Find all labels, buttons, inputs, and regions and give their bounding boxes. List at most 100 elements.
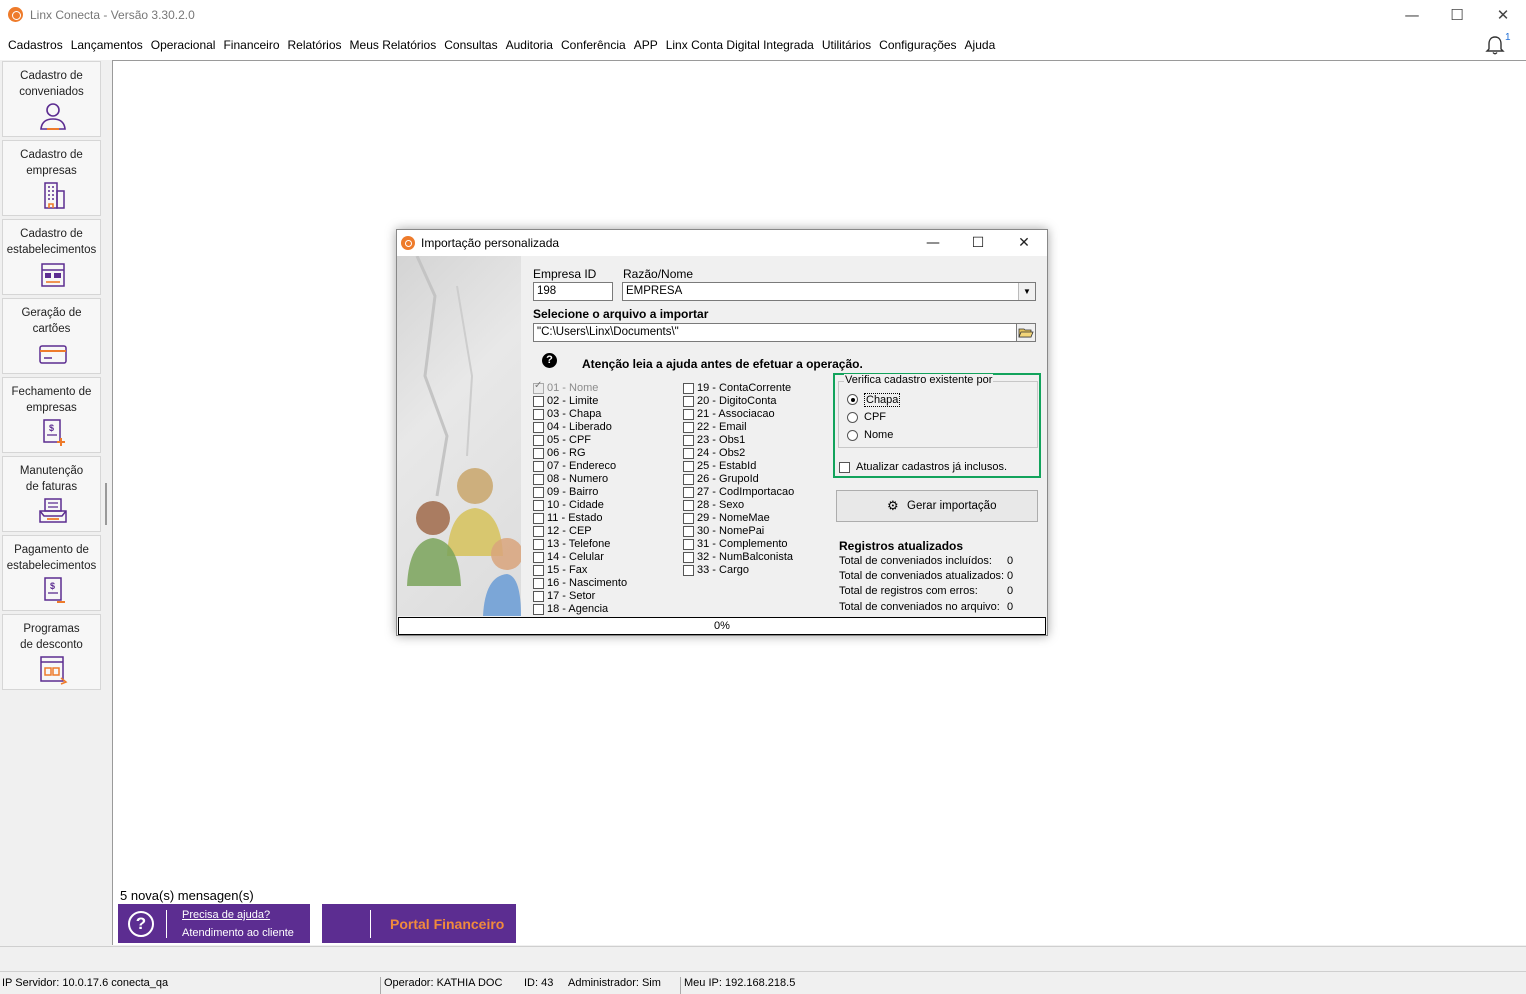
notification-count-badge: 1	[1505, 32, 1511, 43]
help-banner[interactable]: ? Precisa de ajuda? Atendimento ao clien…	[118, 904, 310, 943]
maximize-button[interactable]: ☐	[1434, 0, 1480, 30]
check-icon: ✓	[534, 380, 543, 391]
menu-consultas[interactable]: Consultas	[440, 38, 501, 52]
stat-atualizados-label: Total de conveniados atualizados:	[839, 570, 1005, 582]
help-link[interactable]: Precisa de ajuda?	[182, 909, 270, 921]
sidebar-item-fechamento-empresas[interactable]: Fechamento de empresas $	[2, 377, 101, 453]
sidebar-item-label: Cadastro de empresas	[20, 149, 83, 177]
new-messages-text[interactable]: 5 nova(s) mensagen(s)	[120, 888, 254, 903]
server-ip-status: IP Servidor: 10.0.17.6 conecta_qa	[2, 977, 169, 989]
stat-incluidos-value: 0	[1007, 555, 1014, 567]
sidebar-item-label: Pagamento de estabelecimentos	[6, 544, 97, 572]
stat-arquivo-value: 0	[1007, 601, 1014, 613]
gears-icon: ⚙	[887, 499, 899, 514]
gerar-importacao-button[interactable]: ⚙ Gerar importação	[836, 490, 1038, 522]
menu-lancamentos[interactable]: Lançamentos	[67, 38, 147, 52]
question-circle-icon: ?	[128, 911, 154, 937]
tray-icon	[39, 498, 67, 523]
registros-title: Registros atualizados	[839, 539, 964, 553]
stat-atualizados-value: 0	[1007, 570, 1014, 582]
arquivo-path-field[interactable]: "C:\Users\Linx\Documents\"	[533, 323, 1017, 342]
banner-divider	[166, 910, 167, 938]
menu-meus-relatorios[interactable]: Meus Relatórios	[346, 38, 441, 52]
arquivo-label: Selecione o arquivo a importar	[533, 307, 709, 321]
sidebar-item-cadastro-empresas[interactable]: Cadastro de empresas	[2, 140, 101, 216]
my-ip-status: Meu IP: 192.168.218.5	[684, 977, 796, 989]
sidebar-item-programas-desconto[interactable]: Programas de desconto	[2, 614, 101, 690]
sidebar-resize-handle[interactable]	[105, 483, 107, 525]
svg-text:$: $	[50, 581, 55, 591]
stat-incluidos-label: Total de conveniados incluídos:	[839, 555, 992, 567]
stat-erros-label: Total de registros com erros:	[839, 585, 978, 597]
folder-open-icon	[1018, 328, 1034, 338]
empresa-id-field[interactable]: 198	[533, 282, 613, 301]
store-icon	[41, 263, 65, 287]
menu-operacional[interactable]: Operacional	[147, 38, 220, 52]
banner-divider	[370, 910, 371, 938]
window-title: Linx Conecta - Versão 3.30.2.0	[30, 8, 195, 22]
chevron-down-icon[interactable]: ▼	[1018, 283, 1035, 300]
menu-conferencia[interactable]: Conferência	[557, 38, 630, 52]
empresa-id-label: Empresa ID	[533, 267, 597, 281]
sidebar: Cadastro de conveniados Cadastro de empr…	[0, 60, 104, 944]
status-bar-upper	[0, 946, 1526, 972]
menu-ajuda[interactable]: Ajuda	[961, 38, 1000, 52]
razao-nome-select[interactable]: EMPRESA ▼	[622, 282, 1036, 301]
sidebar-item-label: Cadastro de conveniados	[19, 70, 84, 98]
sidebar-item-label: Cadastro de estabelecimentos	[6, 228, 97, 256]
portal-financeiro-label: Portal Financeiro	[390, 916, 505, 932]
sidebar-item-pagamento-estabelecimentos[interactable]: Pagamento de estabelecimentos $	[2, 535, 101, 611]
import-dialog: Importação personalizada — ☐ ✕ Empresa I…	[396, 229, 1048, 636]
verifica-highlight-box: Verifica cadastro existente por Chapa CP…	[833, 373, 1041, 478]
sidebar-item-label: Programas de desconto	[20, 623, 83, 651]
menu-linx-conta-digital[interactable]: Linx Conta Digital Integrada	[662, 38, 818, 52]
window-titlebar: Linx Conecta - Versão 3.30.2.0 — ☐ ✕	[0, 0, 1526, 30]
menu-utilitarios[interactable]: Utilitários	[818, 38, 875, 52]
import-progress-bar: 0%	[398, 617, 1046, 635]
dialog-title: Importação personalizada	[421, 236, 560, 250]
close-button[interactable]: ✕	[1480, 0, 1526, 30]
menu-relatorios[interactable]: Relatórios	[284, 38, 346, 52]
menu-cadastros[interactable]: Cadastros	[4, 38, 67, 52]
sidebar-item-label: Geração de cartões	[21, 307, 82, 335]
menu-configuracoes[interactable]: Configurações	[875, 38, 960, 52]
svg-text:$: $	[49, 423, 54, 433]
sidebar-item-cadastro-conveniados[interactable]: Cadastro de conveniados	[2, 61, 101, 137]
minimize-button[interactable]: —	[1389, 0, 1435, 30]
discount-icon	[40, 656, 68, 685]
menu-financeiro[interactable]: Financeiro	[219, 38, 283, 52]
dialog-minimize-button[interactable]: —	[911, 230, 955, 256]
bell-icon[interactable]	[1484, 34, 1506, 56]
status-divider	[380, 977, 381, 994]
verifica-groupbox: Verifica cadastro existente por Chapa CP…	[838, 374, 1038, 448]
razao-nome-value: EMPRESA	[626, 285, 683, 297]
people-illustration	[407, 256, 521, 616]
sidebar-item-label: Fechamento de empresas	[11, 386, 92, 414]
menu-auditoria[interactable]: Auditoria	[502, 38, 557, 52]
operator-id-status: ID: 43	[524, 977, 554, 989]
sidebar-item-manutencao-faturas[interactable]: Manutenção de faturas	[2, 456, 101, 532]
dialog-maximize-button[interactable]: ☐	[956, 230, 1000, 256]
stat-erros-value: 0	[1007, 585, 1014, 597]
invoice-close-icon: $	[43, 419, 65, 446]
card-icon	[39, 345, 67, 364]
menu-bar: Cadastros Lançamentos Operacional Financ…	[0, 30, 1526, 60]
verifica-legend: Verifica cadastro existente por	[844, 374, 994, 386]
status-divider	[680, 977, 681, 994]
sidebar-item-label: Manutenção de faturas	[19, 465, 84, 493]
sidebar-item-geracao-cartoes[interactable]: Geração de cartões	[2, 298, 101, 374]
stat-arquivo-label: Total de conveniados no arquivo:	[839, 601, 1000, 613]
browse-folder-button[interactable]	[1016, 323, 1036, 342]
building-icon	[44, 182, 65, 209]
help-subtitle: Atendimento ao cliente	[182, 927, 294, 939]
help-circle-icon[interactable]: ?	[542, 353, 557, 368]
sidebar-item-cadastro-estabelecimentos[interactable]: Cadastro de estabelecimentos	[2, 219, 101, 295]
menu-app[interactable]: APP	[630, 38, 662, 52]
attention-text: Atenção leia a ajuda antes de efetuar a …	[582, 357, 863, 371]
payment-icon: $	[44, 577, 65, 603]
operator-status: Operador: KATHIA DOC	[384, 977, 503, 989]
status-bar: IP Servidor: 10.0.17.6 conecta_qa Operad…	[0, 974, 1526, 994]
person-icon	[40, 103, 66, 130]
dialog-close-button[interactable]: ✕	[1002, 230, 1046, 256]
portal-financeiro-banner[interactable]: Portal Financeiro	[322, 904, 516, 943]
